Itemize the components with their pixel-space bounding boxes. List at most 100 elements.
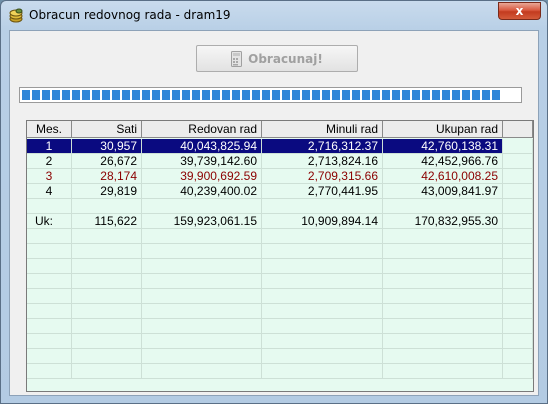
empty-cell: [27, 199, 72, 214]
total-cell-sati: 115,622: [72, 214, 142, 229]
empty-cell: [142, 244, 262, 259]
cell-filler: [503, 169, 533, 184]
progress-segment: [392, 90, 400, 100]
empty-cell: [503, 274, 533, 289]
empty-cell: [142, 229, 262, 244]
progress-segment: [62, 90, 70, 100]
empty-cell: [27, 259, 72, 274]
cell-ukupan-rad: 42,760,138.31: [383, 139, 503, 154]
cell-mes: 3: [27, 169, 72, 184]
progress-segment: [352, 90, 360, 100]
empty-cell: [142, 334, 262, 349]
table-row[interactable]: 2 26,672 39,739,142.60 2,713,824.16 42,452,9…: [27, 154, 533, 169]
progress-segment: [22, 90, 30, 100]
table-row[interactable]: 3 28,174 39,900,692.59 2,709,315.66 42,610,0…: [27, 169, 533, 184]
empty-row: [27, 274, 533, 289]
empty-cell: [262, 349, 383, 364]
progress-segment: [162, 90, 170, 100]
progress-segment: [322, 90, 330, 100]
cell-filler: [503, 184, 533, 199]
progress-segment: [152, 90, 160, 100]
title-bar[interactable]: Obracun redovnog rada - dram19 x: [1, 1, 547, 29]
empty-cell: [72, 199, 142, 214]
cell-minuli-rad: 2,716,312.37: [262, 139, 383, 154]
cell-sati: 28,174: [72, 169, 142, 184]
progress-segment: [252, 90, 260, 100]
cell-mes: 4: [27, 184, 72, 199]
empty-cell: [72, 289, 142, 304]
empty-row: [27, 289, 533, 304]
progress-segment: [442, 90, 450, 100]
header-ukupan-rad[interactable]: Ukupan rad: [383, 121, 503, 138]
total-row[interactable]: Uk: 115,622 159,923,061.15 10,909,894.14 170…: [27, 214, 533, 229]
empty-cell: [72, 334, 142, 349]
cell-filler: [503, 139, 533, 154]
empty-row: [27, 364, 533, 379]
empty-cell: [383, 349, 503, 364]
cell-minuli-rad: 2,709,315.66: [262, 169, 383, 184]
progress-segment: [482, 90, 490, 100]
empty-cell: [27, 349, 72, 364]
header-redovan-rad[interactable]: Redovan rad: [142, 121, 262, 138]
empty-cell: [142, 364, 262, 379]
cell-mes: 2: [27, 154, 72, 169]
table-row[interactable]: 4 29,819 40,239,400.02 2,770,441.95 43,009,8…: [27, 184, 533, 199]
empty-cell: [383, 289, 503, 304]
cell-filler: [503, 154, 533, 169]
empty-cell: [72, 259, 142, 274]
empty-cell: [27, 334, 72, 349]
empty-row: [27, 334, 533, 349]
empty-cell: [72, 349, 142, 364]
progress-segment: [372, 90, 380, 100]
progress-segment: [72, 90, 80, 100]
header-mes[interactable]: Mes.: [27, 121, 72, 138]
progress-segment: [202, 90, 210, 100]
progress-segment: [232, 90, 240, 100]
empty-cell: [503, 319, 533, 334]
progress-segment: [122, 90, 130, 100]
empty-cell: [503, 304, 533, 319]
empty-cell: [72, 244, 142, 259]
empty-cell: [383, 259, 503, 274]
empty-cell: [262, 199, 383, 214]
calculate-button[interactable]: Obracunaj!: [196, 45, 358, 72]
progress-segment: [272, 90, 280, 100]
cell-redovan-rad: 39,900,692.59: [142, 169, 262, 184]
progress-segment: [432, 90, 440, 100]
empty-cell: [262, 289, 383, 304]
empty-cell: [383, 334, 503, 349]
progress-segment: [92, 90, 100, 100]
empty-cell: [142, 259, 262, 274]
total-cell-redovan-rad: 159,923,061.15: [142, 214, 262, 229]
empty-cell: [262, 304, 383, 319]
progress-segment: [52, 90, 60, 100]
cell-minuli-rad: 2,770,441.95: [262, 184, 383, 199]
results-table[interactable]: Mes. Sati Redovan rad Minuli rad Ukupan …: [26, 120, 534, 392]
header-minuli-rad[interactable]: Minuli rad: [262, 121, 383, 138]
header-sati[interactable]: Sati: [72, 121, 142, 138]
progress-segment: [82, 90, 90, 100]
empty-cell: [72, 229, 142, 244]
close-button[interactable]: x: [498, 2, 541, 20]
progress-segment: [192, 90, 200, 100]
empty-cell: [383, 304, 503, 319]
progress-segment: [332, 90, 340, 100]
progress-segment: [492, 90, 500, 100]
empty-cell: [262, 244, 383, 259]
empty-cell: [503, 289, 533, 304]
table-row[interactable]: 1 30,957 40,043,825.94 2,716,312.37 42,760,1…: [27, 139, 533, 154]
empty-row: [27, 244, 533, 259]
total-cell-minuli-rad: 10,909,894.14: [262, 214, 383, 229]
app-coins-icon: [9, 8, 23, 23]
empty-cell: [142, 349, 262, 364]
empty-cell: [383, 364, 503, 379]
progress-segment: [262, 90, 270, 100]
empty-cell: [27, 244, 72, 259]
window-title: Obracun redovnog rada - dram19: [29, 8, 231, 22]
cell-minuli-rad: 2,713,824.16: [262, 154, 383, 169]
calculate-button-label: Obracunaj!: [248, 51, 323, 66]
progress-segment: [302, 90, 310, 100]
empty-row: [27, 229, 533, 244]
empty-cell: [262, 364, 383, 379]
progress-segment: [312, 90, 320, 100]
